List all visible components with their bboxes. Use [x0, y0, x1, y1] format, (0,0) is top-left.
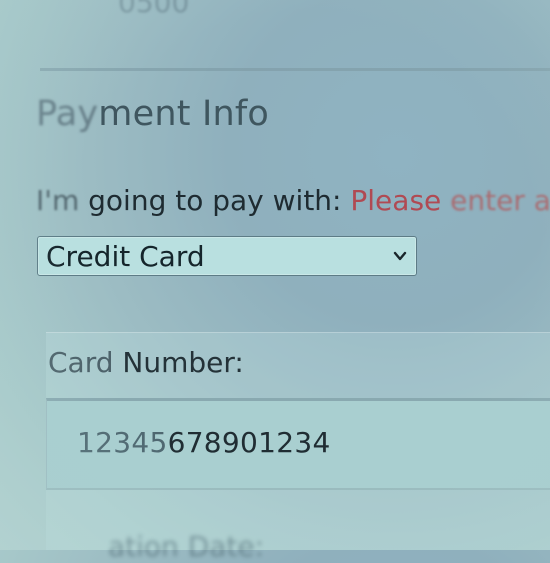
previous-field-value: 0500 [118, 0, 190, 19]
chevron-down-icon [393, 251, 407, 261]
validation-error-strong: Please [350, 184, 442, 217]
payment-method-label: I'm going to pay with: Please enter a [36, 184, 550, 217]
payment-method-selected-value: Credit Card [46, 240, 205, 273]
section-divider [40, 68, 550, 71]
payment-method-label-rest: going to pay with: [79, 184, 351, 217]
validation-error: Please enter a [350, 184, 550, 217]
section-title-faded: Pay [36, 94, 99, 134]
card-number-label-faded: Card [48, 346, 114, 379]
payment-method-select[interactable]: Credit Card [37, 236, 417, 276]
card-number-label: Card Number: [48, 346, 244, 379]
section-title: Payment Info [36, 94, 269, 134]
payment-method-label-faded: I'm [36, 184, 80, 217]
validation-error-faded: enter a [441, 184, 550, 217]
card-number-value-rest: 678901234 [167, 426, 331, 459]
card-number-input[interactable]: 12345678901234 [46, 398, 550, 490]
card-number-value-faded: 12345 [77, 426, 168, 459]
card-number-label-rest: Number: [113, 346, 244, 379]
expiration-date-label: ation Date: [108, 530, 265, 563]
card-number-value: 12345678901234 [77, 426, 331, 459]
section-title-rest: ment Info [98, 94, 269, 134]
